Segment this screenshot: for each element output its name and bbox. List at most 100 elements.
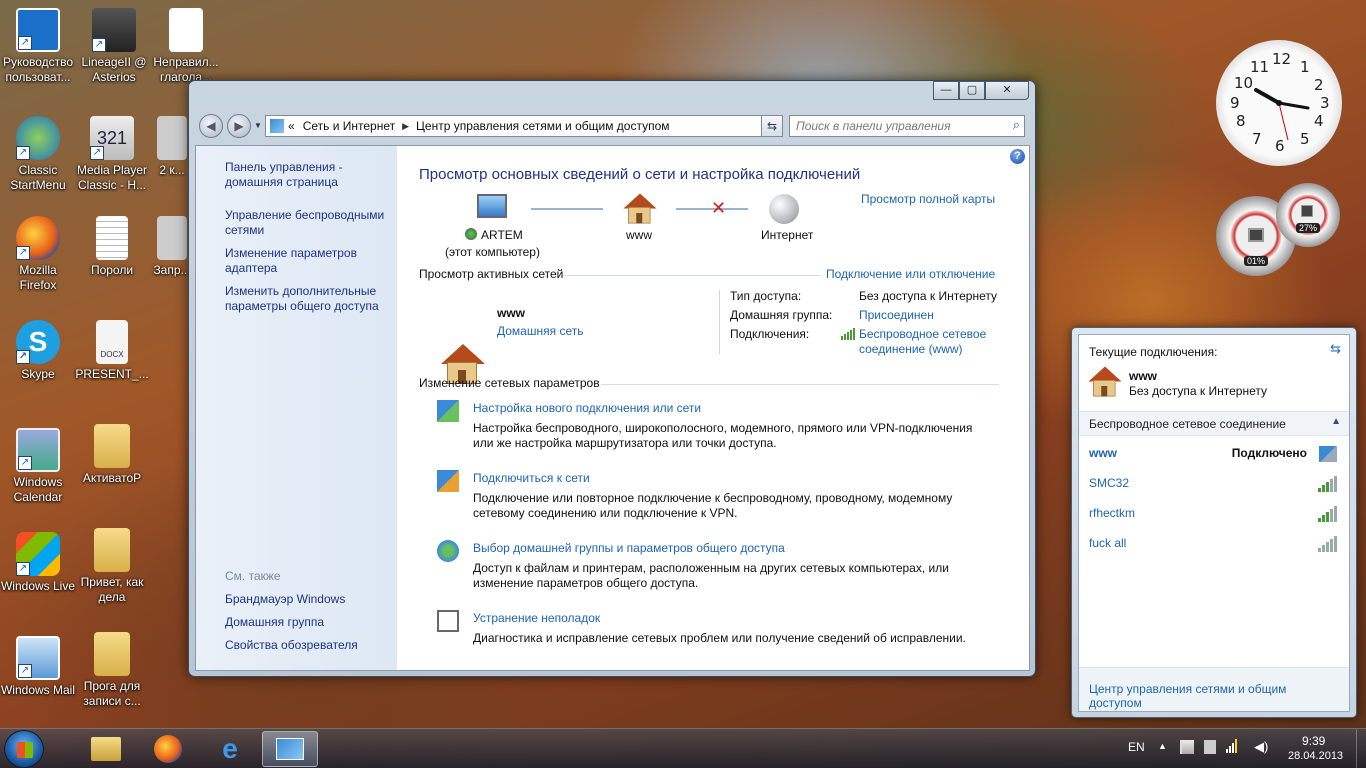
signal-strength-icon: [1318, 476, 1337, 492]
sidebar-link-manage-wireless[interactable]: Управление беспроводными сетями: [225, 208, 395, 238]
sidebar: Панель управления - домашняя страница Уп…: [196, 146, 397, 670]
search-icon[interactable]: ⌕: [1013, 117, 1020, 133]
task-connect-link[interactable]: Подключиться к сети: [473, 471, 590, 485]
wireless-tray-icon[interactable]: [1226, 739, 1237, 753]
task-homegroup-link[interactable]: Выбор домашней группы и параметров общег…: [473, 541, 785, 555]
connected-status: Подключено: [1231, 446, 1307, 460]
taskbar: e EN ▲ ◀) 9:39 28.04.2013: [0, 728, 1366, 768]
see-also-firewall[interactable]: Брандмауэр Windows: [225, 592, 345, 607]
taskbar-firefox-button[interactable]: [140, 731, 196, 767]
desktop-icon-firefox[interactable]: ↗ Mozilla Firefox: [0, 216, 76, 293]
language-indicator[interactable]: EN: [1128, 740, 1145, 754]
desktop-icon-recorder[interactable]: Прога для записи с...: [74, 632, 150, 709]
breadcrumb-network-center[interactable]: Центр управления сетями и общим доступом: [416, 119, 670, 133]
desktop-icon-media-player[interactable]: 321 ↗ Media Player Classic - H...: [74, 116, 150, 193]
back-button[interactable]: ◀: [199, 114, 223, 138]
taskbar-ie-button[interactable]: e: [202, 731, 258, 767]
collapse-chevron-icon[interactable]: ▲: [1331, 416, 1341, 427]
new-connection-icon: [437, 400, 459, 422]
safely-remove-icon[interactable]: [1204, 740, 1216, 754]
change-settings-divider: [601, 384, 999, 385]
windows-mail-icon: ↗: [16, 636, 60, 680]
show-hidden-icons-button[interactable]: ▲: [1158, 741, 1167, 751]
desktop-icon-passwords[interactable]: Пороли: [74, 216, 150, 278]
task-troubleshoot-desc: Диагностика и исправление сетевых пробле…: [473, 631, 966, 645]
wifi-network-fuck-all[interactable]: fuck all: [1079, 529, 1349, 559]
show-desktop-button[interactable]: [1356, 729, 1366, 768]
network-type-link[interactable]: Домашняя сеть: [497, 324, 583, 338]
signal-strength-icon: [1318, 536, 1337, 552]
network-flyout: Текущие подключения: ⇆ www Без доступа к…: [1071, 327, 1357, 718]
desktop-icon-hello[interactable]: Привет, как дела: [74, 528, 150, 605]
computer-name: ARTEM: [481, 228, 523, 242]
clock-gadget[interactable]: 12 1 2 3 4 5 6 7 8 9 10 11: [1216, 40, 1342, 166]
address-bar[interactable]: « Сеть и Интернет ▶ Центр управления сет…: [265, 115, 783, 137]
desktop-icon-windows-live[interactable]: ↗ Windows Live: [0, 532, 76, 594]
explorer-icon: [91, 737, 121, 761]
forward-button[interactable]: ▶: [227, 114, 251, 138]
skype-icon: S ↗: [16, 320, 60, 364]
action-center-flag-icon[interactable]: [1180, 740, 1194, 754]
clock-date[interactable]: 28.04.2013: [1288, 750, 1343, 762]
start-button[interactable]: [4, 730, 44, 768]
desktop-icon-skype[interactable]: S ↗ Skype: [0, 320, 76, 382]
homegroup-label: Домашняя группа:: [730, 308, 833, 322]
sidebar-link-advanced-sharing[interactable]: Изменить дополнительные параметры общего…: [225, 284, 395, 314]
see-also-homegroup[interactable]: Домашняя группа: [225, 615, 324, 630]
help-icon[interactable]: ?: [1010, 149, 1025, 164]
main-pane: ? Просмотр основных сведений о сети и на…: [397, 146, 1029, 670]
desktop-icon-irregular-verbs[interactable]: Неправил... глагола...: [150, 8, 222, 85]
wifi-network-rfhectkm[interactable]: rfhectkm: [1079, 499, 1349, 529]
lineage-icon: ↗: [92, 8, 136, 52]
breadcrumb-network-internet[interactable]: Сеть и Интернет: [303, 119, 395, 133]
connect-network-icon: [437, 470, 459, 492]
refresh-button[interactable]: ⇆: [761, 115, 783, 137]
homegroup-value-link[interactable]: Присоединен: [859, 308, 934, 322]
desktop-icon-lineage[interactable]: ↗ LineageII @ Asterios: [76, 8, 152, 85]
breadcrumb-separator-icon[interactable]: ▶: [402, 121, 409, 132]
text-file-icon: [96, 216, 128, 260]
homegroup-icon: [437, 540, 459, 562]
page-title: Просмотр основных сведений о сети и наст…: [419, 166, 861, 183]
sidebar-link-adapter-settings[interactable]: Изменение параметров адаптера: [225, 246, 375, 276]
volume-icon[interactable]: ◀): [1254, 739, 1268, 755]
wireless-connection-link[interactable]: Беспроводное сетевое соединение (www): [859, 327, 999, 357]
internet-globe-icon: [769, 194, 799, 224]
task-new-connection-link[interactable]: Настройка нового подключения или сети: [473, 401, 701, 415]
connect-disconnect-link[interactable]: Подключение или отключение: [826, 267, 995, 281]
close-button[interactable]: ✕: [985, 81, 1029, 100]
windows-live-icon: ↗: [16, 532, 60, 576]
task-homegroup-desc: Доступ к файлам и принтерам, расположенн…: [473, 561, 949, 590]
desktop-icon-windows-calendar[interactable]: ↗ Windows Calendar: [0, 428, 76, 505]
cpu-icon: [1248, 228, 1264, 242]
firefox-icon: [154, 735, 182, 763]
taskbar-control-panel-button[interactable]: [262, 731, 318, 767]
docx-icon: DOCX: [96, 320, 128, 364]
taskbar-explorer-button[interactable]: [78, 731, 134, 767]
desktop-icon-present[interactable]: DOCX PRESENT_...: [74, 320, 150, 382]
open-network-center-link[interactable]: Центр управления сетями и общим доступом: [1089, 682, 1286, 710]
flyout-refresh-icon[interactable]: ⇆: [1330, 341, 1341, 357]
desktop-icon-windows-mail[interactable]: ↗ Windows Mail: [0, 636, 76, 698]
maximize-button[interactable]: ▢: [959, 81, 985, 100]
change-settings-heading: Изменение сетевых параметров: [419, 376, 600, 390]
clock-time[interactable]: 9:39: [1302, 734, 1325, 748]
history-dropdown-icon[interactable]: ▼: [254, 121, 262, 130]
task-new-connection-desc: Настройка беспроводного, широкополосного…: [473, 421, 973, 450]
desktop-icon-lenovo-guide[interactable]: ↗ Руководство пользоват...: [0, 8, 76, 85]
sidebar-link-control-panel-home[interactable]: Панель управления - домашняя страница: [225, 160, 385, 190]
memory-meter-gadget[interactable]: 27%: [1276, 183, 1340, 247]
wifi-network-smc32[interactable]: SMC32: [1079, 469, 1349, 499]
view-full-map-link[interactable]: Просмотр полной карты: [861, 192, 995, 206]
wireless-section-header[interactable]: Беспроводное сетевое соединение ▲: [1079, 411, 1349, 436]
see-also-internet-options[interactable]: Свойства обозревателя: [225, 638, 358, 653]
desktop-icon-activator[interactable]: АктиватоР: [74, 424, 150, 486]
search-input[interactable]: Поиск в панели управления ⌕: [789, 115, 1025, 137]
task-troubleshoot-link[interactable]: Устранение неполадок: [473, 611, 600, 625]
control-panel-icon: [276, 738, 304, 760]
minimize-button[interactable]: —: [933, 81, 959, 100]
desktop-icon-classic-startmenu[interactable]: ↗ Classic StartMenu: [0, 116, 76, 193]
docx-folder-icon: [94, 528, 130, 572]
breadcrumb-overflow[interactable]: «: [288, 119, 295, 133]
wifi-network-www[interactable]: www Подключено: [1079, 439, 1349, 469]
